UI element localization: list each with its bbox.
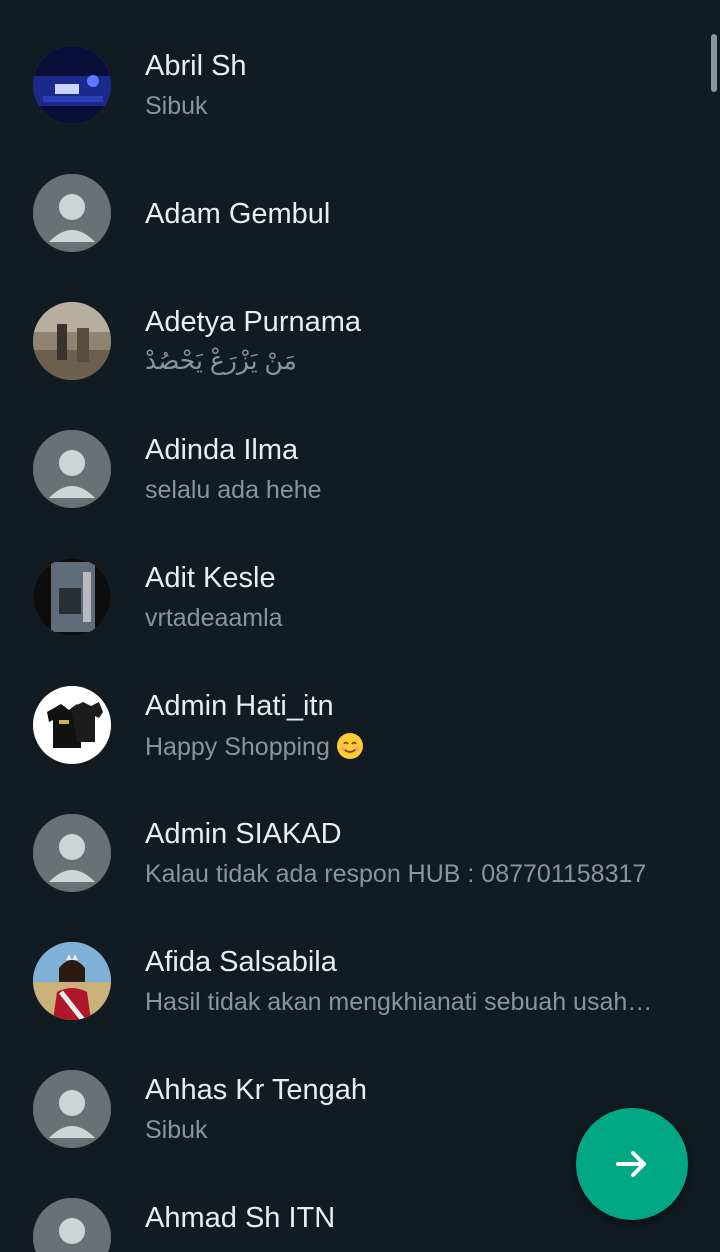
smiling-face-icon [336,733,363,759]
contact-row-abril-sh[interactable]: Abril Sh Sibuk [0,21,720,149]
contact-name: Adetya Purnama [145,306,362,338]
contact-row-adinda-ilma[interactable]: Adinda Ilma selalu ada hehe [0,405,720,533]
avatar[interactable] [33,46,111,124]
avatar[interactable] [33,1198,111,1252]
arrow-right-icon [616,1151,646,1177]
profile-photo-icon [33,942,111,1020]
profile-photo-icon [33,46,111,124]
default-avatar-icon [33,1198,111,1252]
contact-name: Afida Salsabila [145,946,337,978]
contact-row-admin-hati-itn[interactable]: Admin Hati_itn Happy Shopping [0,661,720,789]
contact-row-afida-salsabila[interactable]: Afida Salsabila Hasil tidak akan mengkhi… [0,917,720,1045]
profile-photo-icon [33,558,111,636]
avatar[interactable] [33,302,111,380]
contact-name: Adit Kesle [145,562,276,594]
contact-row-adam-gembul[interactable]: Adam Gembul [0,149,720,277]
contact-status: vrtadeaamla [145,604,283,632]
contact-name: Adam Gembul [145,198,331,230]
contact-status: مَنْ يَزْرَعْ يَحْصُدْ [145,347,297,375]
contact-status: Kalau tidak ada respon HUB : 08770115831… [145,860,647,888]
contact-status: Happy Shopping [145,732,364,762]
contact-name: Adinda Ilma [145,434,299,466]
contact-status: selalu ada hehe [145,476,322,504]
contact-row-adit-kesle[interactable]: Adit Kesle vrtadeaamla [0,533,720,661]
contact-name: Ahmad Sh ITN [145,1202,336,1234]
contact-row-adetya-purnama[interactable]: Adetya Purnama مَنْ يَزْرَعْ يَحْصُدْ [0,277,720,405]
default-avatar-icon [33,174,111,252]
profile-photo-icon [33,302,111,380]
contact-name: Abril Sh [145,50,247,82]
avatar[interactable] [33,430,111,508]
scrollbar[interactable] [711,34,717,92]
avatar[interactable] [33,174,111,252]
profile-photo-icon [33,686,111,764]
contact-status: Sibuk [145,92,208,120]
contact-status: Sibuk [145,1116,208,1144]
avatar[interactable] [33,558,111,636]
contact-name: Admin Hati_itn [145,690,334,722]
avatar[interactable] [33,814,111,892]
avatar[interactable] [33,686,111,764]
avatar[interactable] [33,942,111,1020]
next-button[interactable] [576,1108,688,1220]
contact-row-admin-siakad[interactable]: Admin SIAKAD Kalau tidak ada respon HUB … [0,789,720,917]
avatar[interactable] [33,1070,111,1148]
contact-name: Admin SIAKAD [145,818,342,850]
default-avatar-icon [33,430,111,508]
contact-status: Hasil tidak akan mengkhianati sebuah usa… [145,988,653,1016]
contact-name: Ahhas Kr Tengah [145,1074,367,1106]
default-avatar-icon [33,1070,111,1148]
default-avatar-icon [33,814,111,892]
